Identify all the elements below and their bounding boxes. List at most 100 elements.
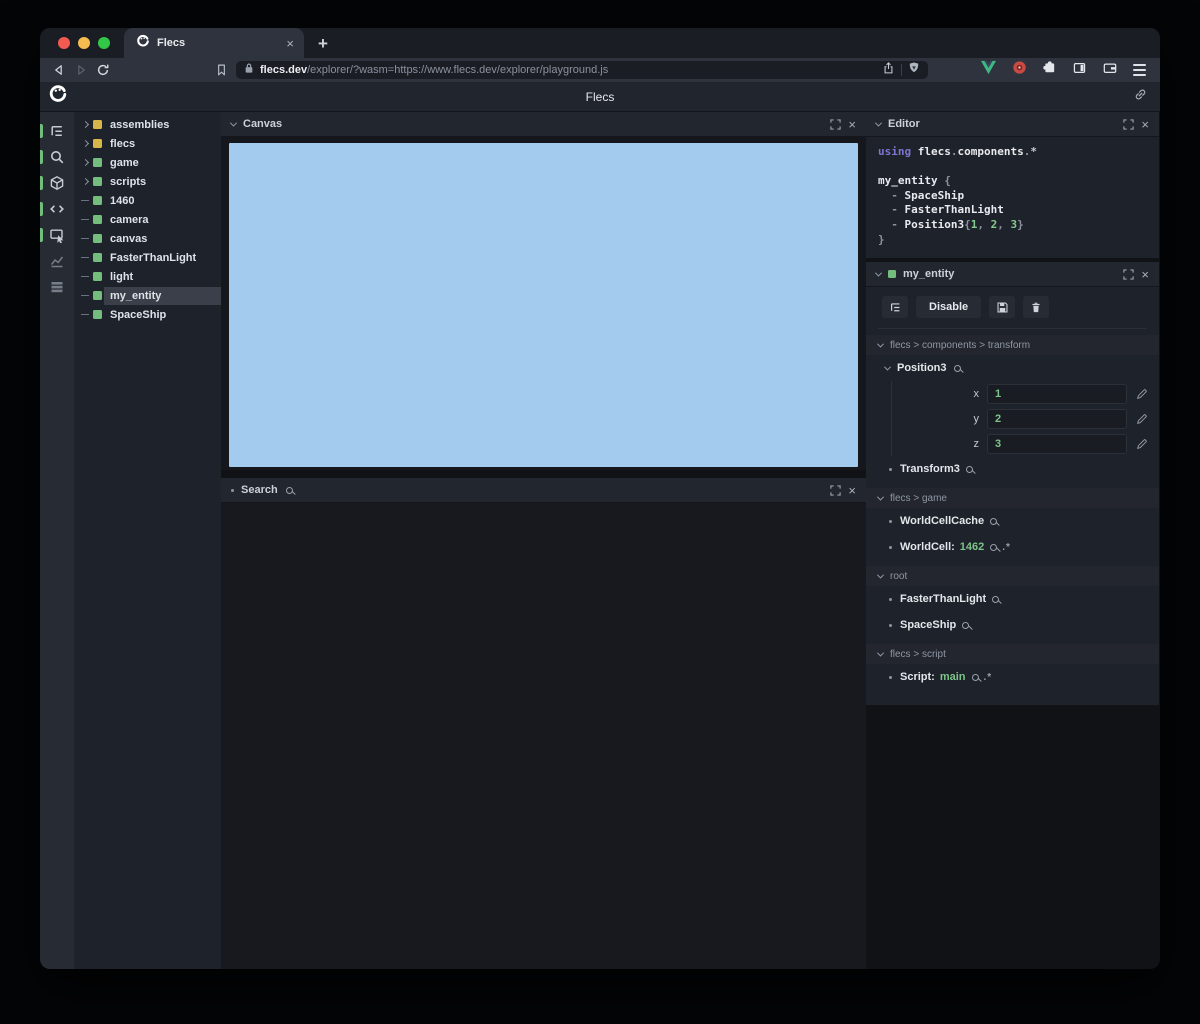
browser-menu-icon[interactable] xyxy=(1133,64,1146,76)
wallet-icon[interactable] xyxy=(1102,61,1118,80)
section-header[interactable]: flecs > components > transform xyxy=(866,335,1159,355)
tree-item-my_entity[interactable]: my_entity xyxy=(74,286,221,305)
maximize-window-button[interactable] xyxy=(98,37,110,49)
component-row-FasterThanLight[interactable]: FasterThanLight xyxy=(866,586,1159,612)
url-bar[interactable]: flecs.dev/explorer/?wasm=https://www.fle… xyxy=(236,61,928,79)
sidebar-item-code[interactable] xyxy=(40,196,74,222)
search-icon[interactable] xyxy=(285,486,293,494)
forward-button[interactable] xyxy=(70,63,92,77)
code-token: flecs xyxy=(917,145,951,158)
close-window-button[interactable] xyxy=(58,37,70,49)
chevron-right-icon[interactable] xyxy=(81,120,89,129)
sidebar-item-rows[interactable] xyxy=(40,274,74,300)
urlbar-divider xyxy=(901,64,902,76)
fullscreen-icon[interactable] xyxy=(1123,118,1135,130)
brave-shield-icon[interactable] xyxy=(908,61,920,79)
code-editor[interactable]: using flecs.components.* my_entity { - S… xyxy=(866,137,1159,258)
sidebar-toggle-icon[interactable] xyxy=(1072,61,1087,80)
delete-button[interactable] xyxy=(1023,296,1050,318)
tree-view-button[interactable] xyxy=(882,296,908,318)
close-panel-icon[interactable]: × xyxy=(848,484,856,497)
code-line: } xyxy=(878,233,1159,248)
save-button[interactable] xyxy=(989,296,1016,318)
browser-window: Flecs × + flecs.dev/explorer/?wasm=https… xyxy=(40,28,1160,969)
tree-item-game[interactable]: game xyxy=(74,153,221,172)
fullscreen-icon[interactable] xyxy=(830,484,842,496)
query-icon[interactable] xyxy=(962,621,970,629)
fullscreen-icon[interactable] xyxy=(1123,268,1135,280)
share-link-icon[interactable] xyxy=(1133,87,1148,107)
edit-pencil-icon[interactable] xyxy=(1136,413,1148,425)
component-row-WorldCell[interactable]: WorldCell: 1462 .* xyxy=(866,534,1159,560)
chevron-right-icon[interactable] xyxy=(81,158,89,167)
disable-button[interactable]: Disable xyxy=(916,296,982,318)
query-icon[interactable] xyxy=(990,543,998,551)
sidebar-item-inspector[interactable] xyxy=(40,222,74,248)
new-tab-button[interactable]: + xyxy=(318,34,328,54)
field-input[interactable]: 3 xyxy=(987,433,1127,454)
field-input[interactable]: 1 xyxy=(987,383,1127,404)
inspector-toolbar: Disable xyxy=(866,293,1159,319)
canvas-panel-body xyxy=(221,137,866,470)
entity-square-icon xyxy=(93,215,102,224)
component-row-WorldCellCache[interactable]: WorldCellCache xyxy=(866,508,1159,534)
minimize-window-button[interactable] xyxy=(78,37,90,49)
close-panel-icon[interactable]: × xyxy=(1141,268,1149,281)
chevron-down-icon xyxy=(876,571,885,579)
tab-close-icon[interactable]: × xyxy=(286,37,294,50)
query-icon[interactable] xyxy=(971,673,979,681)
vue-devtools-icon[interactable] xyxy=(980,60,997,80)
tree-item-label: 1460 xyxy=(110,194,135,207)
tree-item-light[interactable]: light xyxy=(74,267,221,286)
share-icon[interactable] xyxy=(882,61,895,80)
tree-item-canvas[interactable]: canvas xyxy=(74,229,221,248)
chevron-down-icon[interactable] xyxy=(874,269,883,277)
red-extension-icon[interactable] xyxy=(1012,60,1027,80)
tree-item-flecs[interactable]: flecs xyxy=(74,134,221,153)
code-token: - xyxy=(878,188,905,202)
component-row-Transform3[interactable]: Transform3 xyxy=(866,456,1159,482)
chevron-down-icon[interactable] xyxy=(874,119,883,127)
fullscreen-icon[interactable] xyxy=(830,118,842,130)
tree-item-SpaceShip[interactable]: SpaceShip xyxy=(74,305,221,324)
query-icon[interactable] xyxy=(953,364,961,372)
chevron-right-icon[interactable] xyxy=(81,139,89,148)
query-icon[interactable] xyxy=(965,465,973,473)
tree-item-camera[interactable]: camera xyxy=(74,210,221,229)
section-header[interactable]: flecs > game xyxy=(866,488,1159,508)
section-header[interactable]: flecs > script xyxy=(866,644,1159,664)
query-icon[interactable] xyxy=(992,595,1000,603)
tree-item-FasterThanLight[interactable]: FasterThanLight xyxy=(74,248,221,267)
reload-button[interactable] xyxy=(92,63,114,77)
section-header[interactable]: root xyxy=(866,566,1159,586)
entity-square-icon xyxy=(93,291,102,300)
render-viewport[interactable] xyxy=(229,143,858,467)
sidebar-item-chart[interactable] xyxy=(40,248,74,274)
query-icon[interactable] xyxy=(990,517,998,525)
tree-item-scripts[interactable]: scripts xyxy=(74,172,221,191)
tree-item-1460[interactable]: 1460 xyxy=(74,191,221,210)
code-token: { xyxy=(944,174,951,188)
code-token: , xyxy=(997,217,1011,231)
chevron-right-icon[interactable] xyxy=(81,177,89,186)
chevron-down-icon[interactable] xyxy=(883,363,892,371)
component-row-Script[interactable]: Script: main .* xyxy=(866,664,1159,690)
tree-item-assemblies[interactable]: assemblies xyxy=(74,115,221,134)
edit-pencil-icon[interactable] xyxy=(1136,438,1148,450)
bookmark-icon[interactable] xyxy=(210,63,232,77)
component-row-Position3[interactable]: Position3 xyxy=(866,355,1159,381)
chevron-down-icon[interactable] xyxy=(229,119,238,127)
sidebar-item-search[interactable] xyxy=(40,144,74,170)
sidebar-item-outline-tree[interactable] xyxy=(40,118,74,144)
close-panel-icon[interactable]: × xyxy=(848,118,856,131)
close-panel-icon[interactable]: × xyxy=(1141,118,1149,131)
sidebar-item-cube[interactable] xyxy=(40,170,74,196)
field-input[interactable]: 2 xyxy=(987,408,1127,429)
extensions-puzzle-icon[interactable] xyxy=(1042,60,1057,80)
back-button[interactable] xyxy=(48,63,70,77)
component-row-SpaceShip[interactable]: SpaceShip xyxy=(866,612,1159,638)
edit-pencil-icon[interactable] xyxy=(1136,388,1148,400)
component-name: Script: xyxy=(900,671,935,683)
browser-tab[interactable]: Flecs × xyxy=(124,28,304,58)
bullet-icon xyxy=(889,675,892,679)
